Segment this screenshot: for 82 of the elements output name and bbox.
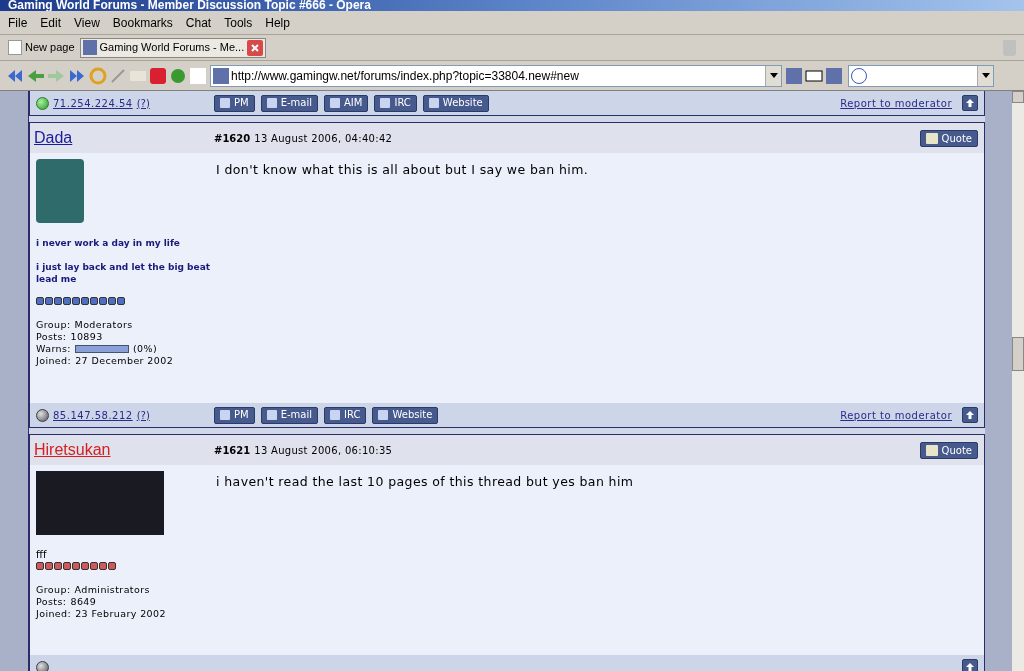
profile-button[interactable]: E-mail [260, 94, 319, 112]
scroll-top-button[interactable] [962, 659, 978, 671]
post-number: #1621 [214, 443, 251, 458]
info-label: Group: [36, 584, 71, 596]
browser-tab[interactable]: Gaming World Forums - Me... [79, 37, 267, 58]
info-value: 27 December 2002 [75, 355, 174, 367]
help-link[interactable]: (?) [136, 95, 150, 111]
profile-button[interactable]: AIM [324, 94, 369, 112]
profile-button[interactable]: IRC [324, 406, 367, 424]
avatar-placeholder [36, 159, 84, 223]
browser-tab[interactable]: New page [6, 37, 77, 58]
menu-item[interactable]: File [8, 13, 28, 32]
page-icon [82, 40, 97, 55]
help-link[interactable]: (?) [136, 407, 150, 423]
up-arrow-icon [966, 99, 974, 107]
signature-text: i never work a day in my life [36, 237, 181, 249]
profile-button[interactable]: Website [372, 406, 439, 424]
info-value: (0%) [132, 343, 157, 355]
dropdown-caret-icon[interactable] [977, 65, 993, 86]
author-link[interactable]: Dada [34, 129, 73, 146]
profile-button[interactable]: E-mail [260, 406, 319, 424]
info-label: Joined: [36, 355, 72, 367]
menu-item[interactable]: View [74, 13, 100, 32]
site-icon [213, 67, 229, 84]
menu-item[interactable]: Bookmarks [112, 13, 173, 32]
button-glyph-icon [266, 98, 277, 108]
close-icon[interactable] [247, 39, 264, 56]
button-glyph-icon [330, 410, 341, 420]
dropdown-caret-icon[interactable] [765, 65, 781, 86]
address-field[interactable]: http://www.gamingw.net/forums/index.php?topic=33804.new#new [210, 64, 782, 87]
info-label: Posts: [36, 596, 67, 608]
report-link[interactable]: Report to moderator [840, 407, 952, 423]
up-arrow-icon [966, 411, 974, 419]
info-value: Moderators [74, 319, 133, 331]
info-label: Joined: [36, 608, 72, 620]
report-link[interactable]: Report to moderator [840, 95, 952, 111]
button-glyph-icon [428, 98, 439, 108]
button-glyph-icon [266, 410, 277, 420]
post-date: 13 August 2006, 06:10:35 [254, 443, 393, 458]
menu-item[interactable]: Tools [224, 13, 253, 32]
search-field[interactable] [848, 64, 994, 87]
toolbar-icons-drawing[interactable] [786, 66, 844, 85]
ip-link[interactable]: 85.147.58.212 [53, 407, 133, 423]
post-text: I don't know what this is all about but I say we ban him. [216, 161, 589, 179]
info-value: 8649 [70, 596, 97, 608]
quote-icon [925, 132, 938, 144]
menu-item[interactable]: Help [265, 13, 290, 32]
profile-button[interactable]: Website [422, 94, 489, 112]
signature-text: fff [36, 549, 48, 561]
info-value: Administrators [74, 584, 150, 596]
up-arrow-icon [966, 663, 974, 671]
post-number: #1620 [214, 131, 251, 146]
button-glyph-icon [220, 98, 230, 108]
info-label: Warns: [36, 343, 71, 355]
button-glyph-icon [330, 98, 341, 108]
quote-button[interactable]: Quote [919, 129, 978, 147]
navigation-buttons-drawing[interactable] [6, 66, 206, 85]
info-value: 10893 [70, 331, 103, 343]
ip-link[interactable]: 71.254.224.54 [53, 95, 133, 111]
menu-item[interactable]: Chat [185, 13, 212, 32]
author-link[interactable]: Hiretsukan [34, 441, 111, 458]
info-label: Group: [36, 319, 71, 331]
scroll-top-button[interactable] [962, 95, 978, 111]
info-value: 23 February 2002 [75, 608, 166, 620]
window-title: Gaming World Forums - Member Discussion Topic #666 - Opera [7, 0, 371, 11]
profile-button[interactable]: PM [214, 94, 255, 112]
quote-button[interactable]: Quote [919, 441, 978, 459]
profile-button[interactable]: IRC [374, 94, 417, 112]
profile-button[interactable]: PM [214, 406, 255, 424]
menu-item[interactable]: Edit [40, 13, 62, 32]
page-icon [8, 40, 22, 55]
button-glyph-icon [380, 98, 391, 108]
button-glyph-icon [378, 410, 389, 420]
scrollbar[interactable] [1012, 91, 1024, 671]
post-text: i haven't read the last 10 pages of this thread but yes ban him [216, 473, 634, 491]
info-label: Posts: [36, 331, 67, 343]
signature-text: i just lay back and let the big beat lead me [36, 261, 211, 285]
scroll-thumb[interactable] [1012, 337, 1024, 371]
quote-icon [925, 444, 938, 456]
button-glyph-icon [220, 410, 230, 420]
scroll-top-button[interactable] [962, 407, 978, 423]
post-date: 13 August 2006, 04:40:42 [254, 131, 393, 146]
